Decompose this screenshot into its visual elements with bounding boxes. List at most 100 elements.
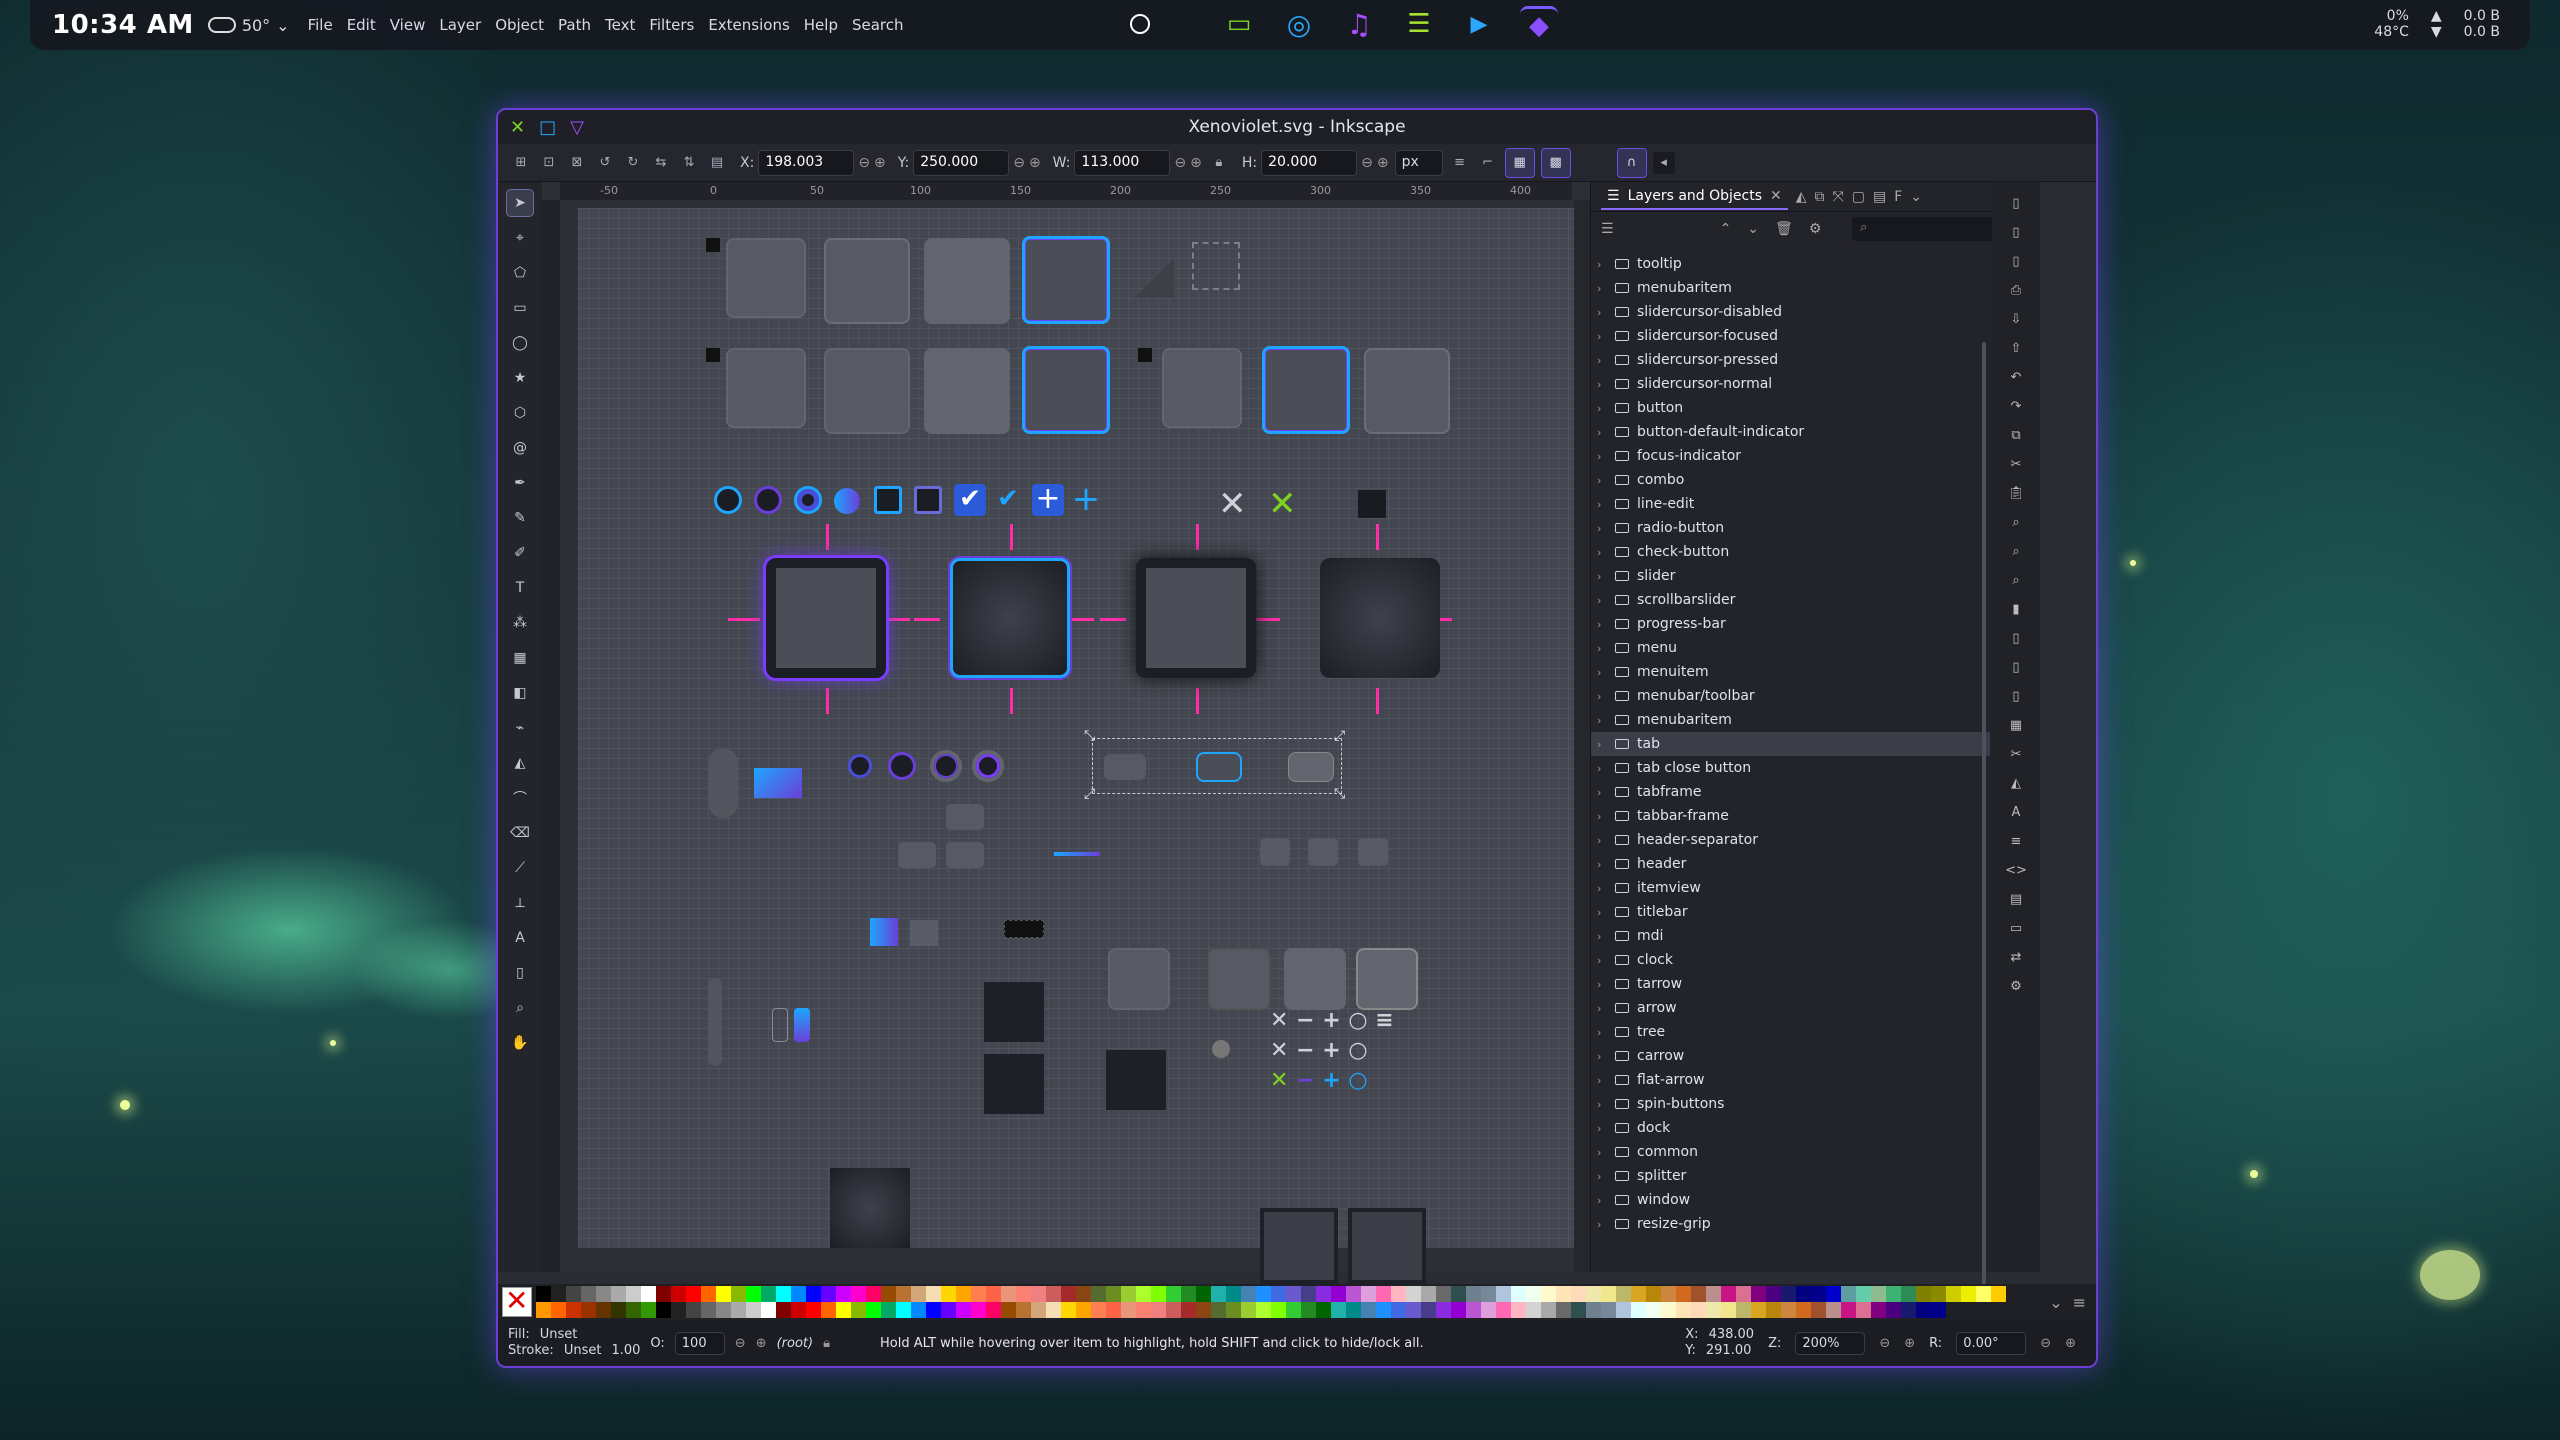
expand-chevron-icon[interactable]: › [1597, 402, 1607, 415]
import-icon[interactable]: ⇩ [2011, 312, 2022, 327]
color-swatch[interactable] [1376, 1302, 1391, 1318]
lock-ratio-icon[interactable]: 🔒︎ [1208, 152, 1230, 174]
y-field[interactable]: 250.000 [913, 149, 1010, 176]
select-all-layers-icon[interactable]: ⊡ [538, 152, 560, 174]
gradient-rect-shape[interactable] [754, 768, 802, 798]
color-swatch[interactable] [1121, 1286, 1136, 1302]
layer-row[interactable]: › slider [1591, 564, 1990, 588]
expand-chevron-icon[interactable]: › [1597, 1050, 1607, 1063]
color-swatch[interactable] [1226, 1302, 1241, 1318]
weather-widget[interactable]: 50° ⌄ [207, 16, 290, 35]
save-icon[interactable]: ▯ [2012, 254, 2019, 269]
decrement-icon[interactable]: ⊖ [1013, 155, 1025, 171]
color-swatch[interactable] [1601, 1286, 1616, 1302]
color-swatch[interactable] [911, 1302, 926, 1318]
color-swatch[interactable] [1106, 1286, 1121, 1302]
color-swatch[interactable] [1736, 1302, 1751, 1318]
expand-chevron-icon[interactable]: › [1597, 882, 1607, 895]
menu-edit[interactable]: Edit [347, 16, 376, 34]
color-swatch[interactable] [1991, 1286, 2006, 1302]
increment-icon[interactable]: ⊕ [1029, 155, 1041, 171]
group-icon[interactable]: ▦ [2010, 718, 2022, 733]
color-swatch[interactable] [1301, 1302, 1316, 1318]
slider-cursor-disabled[interactable] [972, 750, 1004, 782]
focus-frame-violet[interactable] [766, 558, 886, 678]
layers-search-input[interactable]: ⌕ [1852, 217, 2000, 241]
menu-search[interactable]: Search [852, 16, 904, 34]
color-swatch[interactable] [686, 1302, 701, 1318]
radio-unchecked-shape[interactable] [714, 486, 742, 514]
undo-icon[interactable]: ↶ [2011, 370, 2022, 385]
color-swatch[interactable] [881, 1302, 896, 1318]
color-swatch[interactable] [956, 1302, 971, 1318]
color-swatch[interactable] [1061, 1302, 1076, 1318]
color-swatch[interactable] [1631, 1302, 1646, 1318]
color-swatch[interactable] [626, 1302, 641, 1318]
expand-chevron-icon[interactable]: › [1597, 714, 1607, 727]
checkbox-unchecked-shape[interactable] [874, 486, 902, 514]
scale-stroke-icon[interactable]: ≡ [1449, 152, 1471, 174]
expand-chevron-icon[interactable]: › [1597, 642, 1607, 655]
tab-selected-shape[interactable] [1196, 752, 1242, 782]
color-swatch[interactable] [1676, 1302, 1691, 1318]
color-swatch[interactable] [1766, 1286, 1781, 1302]
expand-chevron-icon[interactable]: › [1597, 1098, 1607, 1111]
expand-chevron-icon[interactable]: › [1597, 474, 1607, 487]
frame-shape[interactable] [1208, 948, 1270, 1010]
combo-hover-shape[interactable] [1364, 348, 1450, 434]
duplicate-icon[interactable]: ▮ [2012, 602, 2019, 617]
menu-item-shape[interactable] [946, 842, 984, 868]
expand-chevron-icon[interactable]: › [1597, 426, 1607, 439]
color-swatch[interactable] [866, 1302, 881, 1318]
dock-menu-icon[interactable]: ⌄ [1910, 189, 1922, 205]
color-swatch[interactable] [941, 1286, 956, 1302]
layer-row[interactable]: › tarrow [1591, 972, 1990, 996]
color-swatch[interactable] [1811, 1286, 1826, 1302]
layer-row[interactable]: › menubar/toolbar [1591, 684, 1990, 708]
layer-row[interactable]: › arrow [1591, 996, 1990, 1020]
layers-scrollbar[interactable] [1982, 342, 1986, 1322]
color-swatch[interactable] [1136, 1286, 1151, 1302]
export-icon[interactable]: ⇧ [2011, 341, 2022, 356]
button-pressed-shape[interactable] [924, 238, 1010, 324]
color-swatch[interactable] [1361, 1286, 1376, 1302]
dashed-square-shape[interactable] [1192, 242, 1240, 290]
fill-stroke-icon[interactable]: ◭ [1796, 189, 1807, 205]
layers-panel-icon[interactable]: ≡ [2011, 834, 2022, 849]
color-swatch[interactable] [536, 1286, 551, 1302]
maximize-icon[interactable]: □ [539, 117, 556, 138]
color-swatch[interactable] [1436, 1302, 1451, 1318]
layer-row[interactable]: › mdi [1591, 924, 1990, 948]
expand-chevron-icon[interactable]: › [1597, 546, 1607, 559]
color-swatch[interactable] [1151, 1286, 1166, 1302]
color-swatch[interactable] [1781, 1286, 1796, 1302]
color-swatch[interactable] [1526, 1302, 1541, 1318]
color-swatch[interactable] [926, 1302, 941, 1318]
color-swatch[interactable] [1856, 1302, 1871, 1318]
close-icon[interactable]: ✕ [1270, 1038, 1288, 1063]
close-hover-icon[interactable]: ✕ [1268, 484, 1297, 524]
dark-panel-shape[interactable] [1106, 1050, 1166, 1110]
expand-chevron-icon[interactable]: › [1597, 594, 1607, 607]
rotation-field[interactable]: 0.00° [1956, 1331, 2027, 1355]
color-swatch[interactable] [1241, 1302, 1256, 1318]
zoom-field[interactable]: 200% [1795, 1331, 1866, 1355]
swap-icon[interactable]: ⇄ [2011, 950, 2022, 965]
expand-chevron-icon[interactable]: › [1597, 930, 1607, 943]
color-swatch[interactable] [1196, 1302, 1211, 1318]
color-swatch[interactable] [1931, 1302, 1946, 1318]
menu-item-shape[interactable] [946, 804, 984, 830]
dock-frame-shape[interactable] [1260, 1208, 1338, 1284]
layer-row[interactable]: › progress-bar [1591, 612, 1990, 636]
color-swatch[interactable] [536, 1302, 551, 1318]
palette-menu-icon[interactable]: ⌄ [2049, 1293, 2062, 1312]
color-swatch[interactable] [1346, 1286, 1361, 1302]
expand-chevron-icon[interactable]: › [1597, 498, 1607, 511]
color-swatch[interactable] [1091, 1286, 1106, 1302]
toolbutton-normal-shape[interactable] [726, 348, 806, 428]
close-icon[interactable]: ✕ [510, 117, 525, 138]
increment-icon[interactable]: ⊕ [1904, 1336, 1915, 1351]
close-hover-icon[interactable]: ✕ [1270, 1068, 1288, 1093]
color-swatch[interactable] [1031, 1286, 1046, 1302]
color-swatch[interactable] [776, 1302, 791, 1318]
